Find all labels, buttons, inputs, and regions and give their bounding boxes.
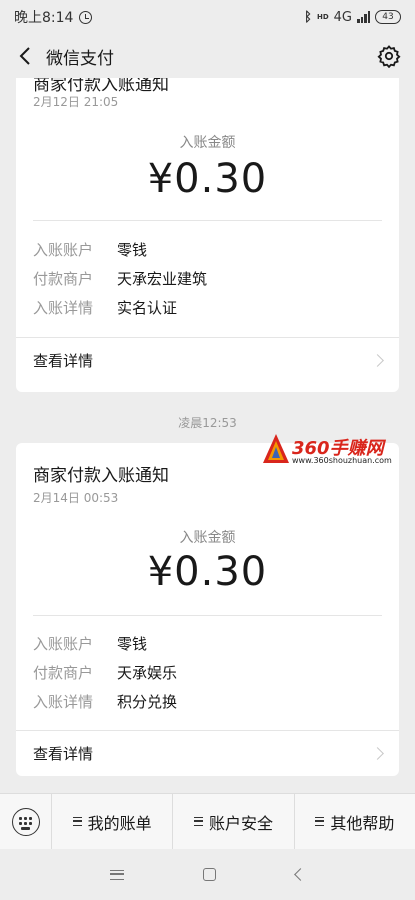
alarm-icon bbox=[79, 10, 93, 24]
detail-key: 入账账户 bbox=[33, 241, 94, 259]
time-separator: 凌晨12:53 bbox=[178, 416, 237, 430]
watermark-url: www.360shouzhuan.com bbox=[292, 456, 392, 465]
detail-value: 零钱 bbox=[117, 635, 148, 653]
recent-apps-icon[interactable] bbox=[109, 869, 124, 880]
detail-value: 积分兑换 bbox=[117, 693, 178, 711]
status-indicators: ᛒ HD 4G 43 bbox=[304, 10, 401, 25]
detail-row-account: 入账账户 零钱 bbox=[33, 239, 147, 260]
detail-key: 付款商户 bbox=[33, 270, 94, 288]
detail-value: 实名认证 bbox=[117, 299, 178, 317]
chevron-right-icon bbox=[371, 354, 384, 367]
view-details-link[interactable]: 查看详情 bbox=[16, 731, 399, 776]
detail-value: 零钱 bbox=[117, 241, 148, 259]
detail-key: 付款商户 bbox=[33, 664, 94, 682]
menu-my-bills[interactable]: 我的账单 bbox=[52, 793, 174, 850]
detail-row-merchant: 付款商户 天承宏业建筑 bbox=[33, 268, 207, 289]
card-date: 2月14日 00:53 bbox=[33, 491, 119, 505]
card-date: 2月12日 21:05 bbox=[33, 95, 119, 109]
detail-value: 天承宏业建筑 bbox=[117, 270, 208, 288]
card-title: 商家付款入账通知 bbox=[33, 466, 169, 486]
detail-row-details: 入账详情 积分兑换 bbox=[33, 691, 177, 712]
keyboard-toggle-button[interactable] bbox=[0, 793, 52, 850]
system-back-icon[interactable] bbox=[294, 868, 308, 881]
view-details-label: 查看详情 bbox=[33, 745, 94, 763]
menu-lines-icon bbox=[193, 817, 203, 826]
detail-row-account: 入账账户 零钱 bbox=[33, 633, 147, 654]
menu-label: 账户安全 bbox=[208, 813, 273, 833]
view-details-label: 查看详情 bbox=[33, 352, 94, 370]
page-title: 微信支付 bbox=[46, 48, 114, 69]
watermark-triangle-icon bbox=[263, 434, 289, 463]
payment-card: 商家付款入账通知 2月12日 21:05 入账金额 ¥0.30 入账账户 零钱 … bbox=[16, 78, 399, 392]
menu-account-security[interactable]: 账户安全 bbox=[173, 793, 295, 850]
menu-other-help[interactable]: 其他帮助 bbox=[295, 794, 415, 850]
menu-lines-icon bbox=[72, 817, 82, 826]
detail-row-details: 入账详情 实名认证 bbox=[33, 297, 177, 318]
menu-label: 其他帮助 bbox=[330, 813, 395, 833]
hd-icon: HD bbox=[316, 12, 329, 21]
view-details-link[interactable]: 查看详情 bbox=[16, 338, 399, 383]
bottom-menu: 我的账单 账户安全 其他帮助 bbox=[0, 793, 415, 850]
amount-label: 入账金额 bbox=[179, 530, 236, 546]
watermark-logo: 360手赚网 www.360shouzhuan.com bbox=[262, 433, 412, 467]
divider bbox=[33, 615, 382, 616]
bluetooth-icon: ᛒ bbox=[304, 9, 312, 25]
home-icon[interactable] bbox=[203, 868, 217, 881]
payment-card: 商家付款入账通知 2月14日 00:53 入账金额 ¥0.30 入账账户 零钱 … bbox=[16, 443, 399, 776]
detail-key: 入账详情 bbox=[33, 299, 94, 317]
detail-key: 入账账户 bbox=[33, 635, 94, 653]
menu-label: 我的账单 bbox=[87, 813, 152, 833]
divider bbox=[33, 220, 382, 221]
chevron-right-icon bbox=[371, 747, 384, 760]
amount-value: ¥0.30 bbox=[147, 549, 268, 595]
back-arrow-icon[interactable] bbox=[14, 45, 36, 67]
battery-icon: 43 bbox=[375, 10, 401, 24]
detail-key: 入账详情 bbox=[33, 693, 94, 711]
keyboard-icon bbox=[11, 807, 40, 836]
system-navigation-bar bbox=[0, 849, 415, 900]
amount-value: ¥0.30 bbox=[147, 156, 268, 202]
network-type: 4G bbox=[333, 9, 352, 25]
menu-lines-icon bbox=[315, 817, 325, 826]
status-bar: 晚上8:14 ᛒ HD 4G 43 bbox=[0, 0, 415, 34]
amount-label: 入账金额 bbox=[179, 135, 236, 151]
nav-bar: 微信支付 bbox=[0, 34, 415, 78]
settings-gear-icon[interactable] bbox=[377, 44, 401, 69]
signal-icon bbox=[357, 11, 370, 23]
detail-value: 天承娱乐 bbox=[117, 664, 178, 682]
detail-row-merchant: 付款商户 天承娱乐 bbox=[33, 662, 177, 683]
status-time: 晚上8:14 bbox=[14, 10, 74, 26]
